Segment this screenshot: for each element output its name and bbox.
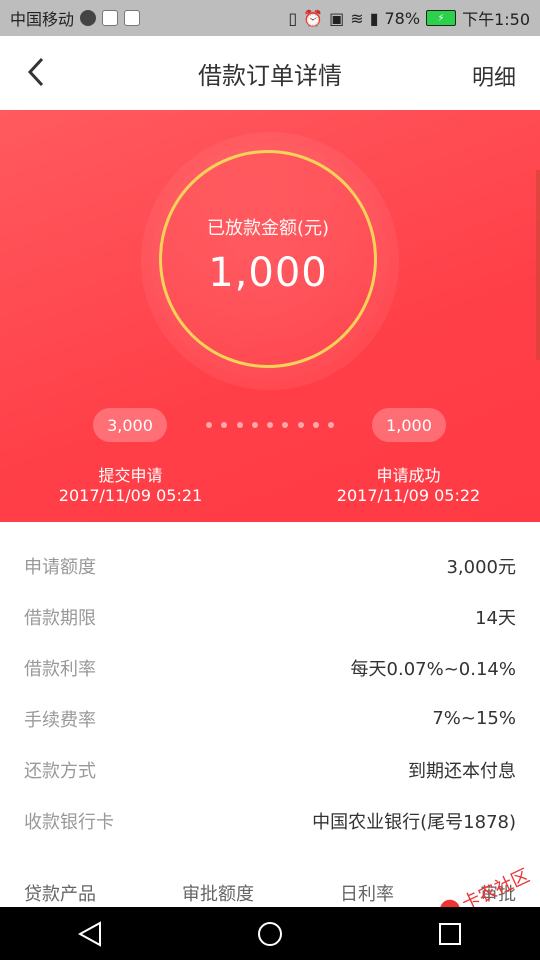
timeline-dot	[297, 422, 304, 428]
step-success: 申请成功 2017/11/09 05:22	[336, 466, 481, 506]
shield-icon	[80, 10, 97, 26]
timeline-dot	[267, 422, 273, 428]
status-time: 下午1:50	[462, 10, 530, 29]
chevron-left-icon	[27, 57, 44, 87]
info-label: 借款期限	[24, 607, 96, 629]
status-left: 中国移动	[10, 6, 141, 30]
loan-summary-panel: 已放款金额(元) 1,000 3,000 1,000 提交申请 2017/11/…	[0, 110, 540, 522]
square-recent-icon	[439, 922, 461, 945]
step-submit-title: 提交申请	[98, 466, 163, 485]
nav-recent-button[interactable]	[430, 914, 470, 954]
battery-icon: ⚡	[426, 10, 457, 26]
app-header: 借款订单详情 明细	[0, 36, 540, 111]
timeline-dot	[206, 422, 212, 428]
signal-icon: ▮	[369, 8, 379, 28]
info-row-rate: 借款利率 每天0.07%~0.14%	[0, 642, 540, 693]
info-row-repayment: 还款方式 到期还本付息	[0, 744, 540, 795]
info-value: 到期还本付息	[408, 760, 516, 782]
back-button[interactable]	[18, 54, 54, 90]
nav-back-button[interactable]	[70, 914, 110, 954]
page-title: 借款订单详情	[198, 61, 342, 90]
scrollbar[interactable]	[536, 170, 540, 360]
step-submit: 提交申请 2017/11/09 05:21	[58, 466, 203, 506]
alarm-icon: ⏰	[303, 8, 324, 28]
triangle-back-icon	[78, 920, 101, 947]
timeline-dot	[282, 422, 289, 428]
table-header-rate: 日利率	[340, 884, 394, 905]
status-bar: 中国移动 ▯ ⏰ ▣ ≋ ▮ 78% ⚡ 下午1:50	[0, 0, 540, 36]
wifi-icon: ≋	[350, 8, 364, 28]
table-header-product: 贷款产品	[24, 884, 96, 905]
info-value: 14天	[475, 607, 516, 629]
step-success-title: 申请成功	[376, 466, 441, 485]
timeline-dot	[328, 422, 334, 428]
info-label: 手续费率	[24, 709, 96, 731]
amount-value: 1,000	[208, 250, 328, 296]
loan-info-list: 申请额度 3,000元 借款期限 14天 借款利率 每天0.07%~0.14% …	[0, 540, 540, 846]
table-header-limit: 审批额度	[182, 884, 254, 905]
timeline-dot	[251, 422, 258, 428]
timeline-dot	[221, 422, 228, 428]
circle-home-icon	[258, 921, 282, 946]
amount-ring-inner: 已放款金额(元) 1,000	[159, 150, 377, 368]
info-row-fee: 手续费率 7%~15%	[0, 693, 540, 744]
system-nav-bar	[0, 907, 540, 960]
battery-percent: 78%	[384, 8, 421, 28]
info-value: 7%~15%	[432, 708, 516, 729]
amount-label: 已放款金额(元)	[206, 218, 330, 239]
info-label: 收款银行卡	[24, 811, 114, 833]
info-value: 中国农业银行(尾号1878)	[312, 811, 516, 833]
carrier-name: 中国移动	[10, 10, 75, 29]
info-label: 还款方式	[24, 760, 96, 782]
applied-amount-pill: 3,000	[93, 408, 167, 442]
progress-timeline: 3,000 1,000 提交申请 2017/11/09 05:21 申请成功 2…	[0, 408, 540, 518]
nav-home-button[interactable]	[250, 914, 290, 954]
info-label: 借款利率	[24, 658, 96, 680]
step-submit-time: 2017/11/09 05:21	[58, 486, 203, 505]
info-row-term: 借款期限 14天	[0, 591, 540, 642]
status-right: ▯ ⏰ ▣ ≋ ▮ 78% ⚡ 下午1:50	[288, 6, 530, 30]
timeline-dots	[206, 422, 334, 428]
timeline-dot	[236, 422, 243, 428]
info-value: 3,000元	[446, 556, 516, 578]
approved-amount-pill: 1,000	[372, 408, 446, 442]
info-label: 申请额度	[24, 556, 96, 578]
hd-icon: ▣	[329, 8, 345, 28]
detail-link[interactable]: 明细	[472, 60, 516, 92]
timeline-dot	[312, 422, 319, 428]
step-success-time: 2017/11/09 05:22	[336, 486, 481, 505]
vibrate-icon: ▯	[288, 8, 298, 28]
app-icon	[102, 10, 119, 26]
info-row-amount: 申请额度 3,000元	[0, 540, 540, 591]
browser-icon	[124, 10, 141, 26]
info-value: 每天0.07%~0.14%	[350, 658, 516, 680]
amount-ring: 已放款金额(元) 1,000	[151, 142, 389, 380]
info-row-bank-card: 收款银行卡 中国农业银行(尾号1878)	[0, 795, 540, 846]
